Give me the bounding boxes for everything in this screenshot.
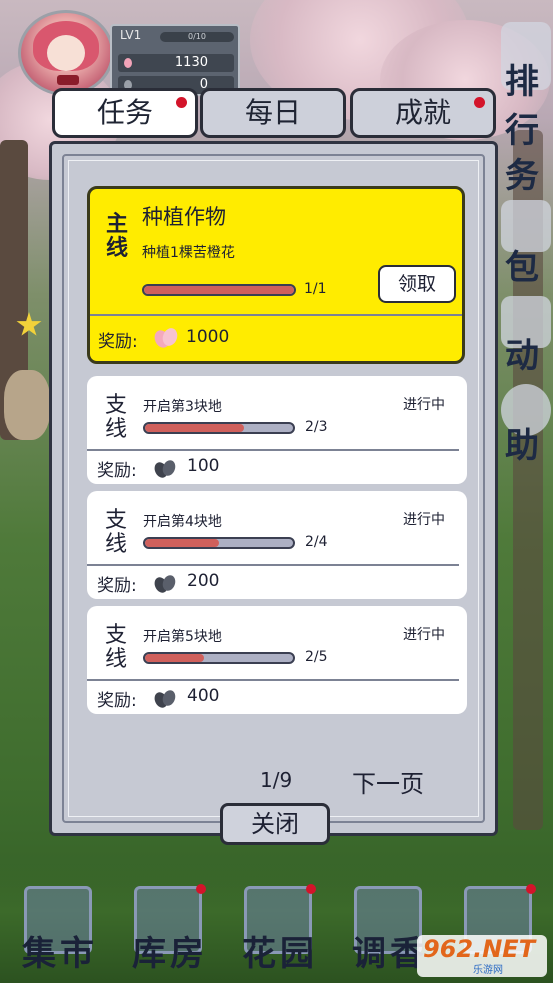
notification-dot xyxy=(176,97,187,108)
divider xyxy=(87,564,459,566)
progress-fill xyxy=(144,286,294,294)
player-card[interactable]: LV1 0/10 1130 0 xyxy=(18,10,240,96)
task-label: 务 xyxy=(505,156,539,196)
level-label: LV1 xyxy=(120,28,142,42)
stat-row: 1130 xyxy=(118,54,234,72)
seed-icon xyxy=(154,690,176,708)
petal-icon xyxy=(124,58,132,68)
watermark-logo: 962.NET xyxy=(423,935,536,963)
progress-bar xyxy=(143,652,295,664)
quest-status: 进行中 xyxy=(403,397,445,413)
seed-icon xyxy=(154,575,176,593)
tab-label: 任务 xyxy=(96,96,153,129)
nav-label: 集市 xyxy=(22,934,98,974)
progress-bar xyxy=(143,537,295,549)
avatar-bow xyxy=(57,75,79,85)
main-quest-card: 主线 种植作物 种植1棵苦橙花 1/1 领取 奖励: 1000 xyxy=(87,186,465,364)
quest-kind: 主线 xyxy=(105,212,128,261)
player-stats: LV1 0/10 1130 0 xyxy=(110,24,240,96)
ranking-button[interactable]: 排行 xyxy=(497,14,553,151)
quest-kind: 支线 xyxy=(104,393,127,442)
reward-label: 奖励: xyxy=(97,691,137,711)
page-indicator: 1/9 xyxy=(260,768,293,792)
tab-achievements[interactable]: 成就 xyxy=(350,88,496,138)
reward-value: 100 xyxy=(187,456,220,476)
avatar-face xyxy=(47,35,85,71)
quest-title: 种植作物 xyxy=(142,205,226,229)
stat-value: 1130 xyxy=(174,55,208,70)
activity-label: 动 xyxy=(505,336,539,376)
bag-label: 包 xyxy=(505,248,539,288)
progress-bar xyxy=(143,422,295,434)
seed-icon xyxy=(154,460,176,478)
divider xyxy=(90,314,462,316)
tab-tasks[interactable]: 任务 xyxy=(52,88,198,138)
side-quest-card: 支线 开启第3块地 进行中 2/3 奖励: 100 xyxy=(87,376,467,484)
progress-bar xyxy=(142,284,296,296)
notification-dot xyxy=(196,884,206,894)
progress-text: 2/4 xyxy=(305,534,328,550)
tab-label: 成就 xyxy=(394,96,451,129)
quest-tabs: 任务 每日 成就 xyxy=(50,88,498,138)
progress-text: 2/3 xyxy=(305,419,328,435)
reward-label: 奖励: xyxy=(97,461,137,481)
notification-dot xyxy=(526,884,536,894)
next-page-button[interactable]: 下一页 xyxy=(352,764,424,799)
progress-fill xyxy=(145,539,219,547)
pot-decoration xyxy=(4,370,50,440)
quest-title: 开启第4块地 xyxy=(143,514,222,530)
divider xyxy=(87,679,459,681)
quest-status: 进行中 xyxy=(403,627,445,643)
side-quest-card: 支线 开启第5块地 进行中 2/5 奖励: 400 xyxy=(87,606,467,714)
watermark-sub: 乐游网 xyxy=(473,965,503,976)
task-button[interactable]: 务 xyxy=(497,140,553,200)
watermark: 962.NET 乐游网 xyxy=(417,935,547,977)
divider xyxy=(87,449,459,451)
notification-dot xyxy=(474,97,485,108)
progress-text: 1/1 xyxy=(304,281,327,297)
progress-fill xyxy=(145,424,244,432)
progress-text: 2/5 xyxy=(305,649,328,665)
nav-label: 库房 xyxy=(132,934,208,974)
nav-label: 花园 xyxy=(242,934,318,974)
reward-value: 200 xyxy=(187,571,220,591)
notification-dot xyxy=(306,884,316,894)
quest-title: 开启第3块地 xyxy=(143,399,222,415)
quest-kind: 支线 xyxy=(104,508,127,557)
claim-button[interactable]: 领取 xyxy=(378,265,456,303)
quest-description: 种植1棵苦橙花 xyxy=(142,245,235,261)
reward-value: 400 xyxy=(187,686,220,706)
nav-garden[interactable]: 花园 xyxy=(234,880,326,974)
petal-icon xyxy=(154,328,178,348)
nav-market[interactable]: 集市 xyxy=(14,880,106,974)
nav-storehouse[interactable]: 库房 xyxy=(124,880,216,974)
help-label: 助 xyxy=(505,426,539,466)
exp-bar: 0/10 xyxy=(160,32,234,42)
tab-daily[interactable]: 每日 xyxy=(200,88,346,138)
reward-label: 奖励: xyxy=(97,576,137,596)
quest-kind: 支线 xyxy=(104,623,127,672)
reward-label: 奖励: xyxy=(98,332,138,352)
reward-value: 1000 xyxy=(186,327,230,347)
quest-status: 进行中 xyxy=(403,512,445,528)
close-button[interactable]: 关闭 xyxy=(220,803,330,845)
avatar[interactable] xyxy=(18,10,114,96)
tab-label: 每日 xyxy=(244,96,301,129)
bag-button[interactable]: 包 xyxy=(497,200,553,290)
ranking-label: 排行 xyxy=(505,62,539,151)
activity-button[interactable]: 动 xyxy=(497,290,553,376)
quest-title: 开启第5块地 xyxy=(143,629,222,645)
help-button[interactable]: 助 xyxy=(497,380,553,466)
side-quest-card: 支线 开启第4块地 进行中 2/4 奖励: 200 xyxy=(87,491,467,599)
progress-fill xyxy=(145,654,205,662)
